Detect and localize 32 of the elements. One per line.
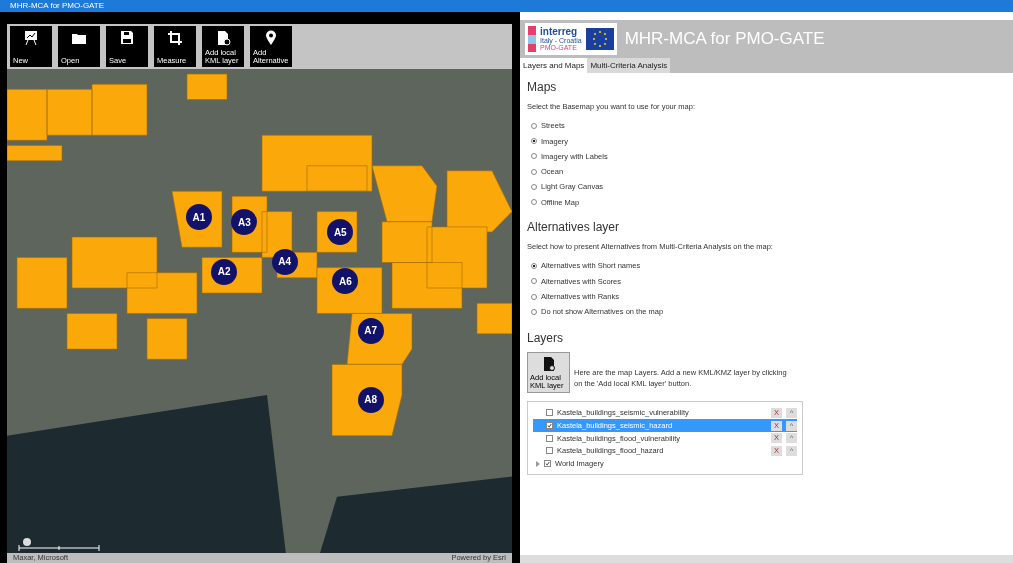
radio-button[interactable] xyxy=(531,262,537,269)
easel-chart-icon xyxy=(23,30,39,46)
window-title: MHR-MCA for PMO-GATE xyxy=(0,0,1013,12)
radio-button[interactable] xyxy=(531,153,537,160)
radio-button[interactable] xyxy=(531,199,537,206)
radio-button[interactable] xyxy=(531,184,537,191)
section-heading: Alternatives layer xyxy=(527,219,621,237)
checkbox[interactable] xyxy=(546,434,553,442)
radio-button[interactable] xyxy=(531,308,537,315)
file-icon xyxy=(542,356,555,371)
map-pin-icon xyxy=(263,30,279,46)
eu-flag-icon xyxy=(585,28,614,50)
expand-arrow-icon[interactable] xyxy=(536,460,540,467)
scrollbar[interactable] xyxy=(520,555,1013,563)
checkbox[interactable] xyxy=(546,422,553,429)
tab[interactable]: Multi-Criteria Analysis xyxy=(587,58,671,73)
radio-button[interactable] xyxy=(531,278,537,285)
radio-button[interactable] xyxy=(531,122,537,129)
radio-button[interactable] xyxy=(531,293,537,300)
logo-text: interreg xyxy=(540,27,578,37)
file-icon xyxy=(215,30,231,46)
radio-button[interactable] xyxy=(531,168,537,175)
section-heading: Maps xyxy=(527,79,558,96)
checkbox[interactable] xyxy=(546,409,553,417)
stripe-icon xyxy=(528,26,536,52)
tab[interactable]: Layers and Maps xyxy=(520,58,588,73)
app-title: MHR-MCA for PMO-GATE xyxy=(624,28,825,51)
section-heading: Layers xyxy=(527,330,565,348)
checkbox[interactable] xyxy=(544,460,551,468)
checkbox[interactable] xyxy=(546,447,553,455)
radio-button[interactable] xyxy=(531,138,537,145)
crop-icon xyxy=(167,30,183,46)
